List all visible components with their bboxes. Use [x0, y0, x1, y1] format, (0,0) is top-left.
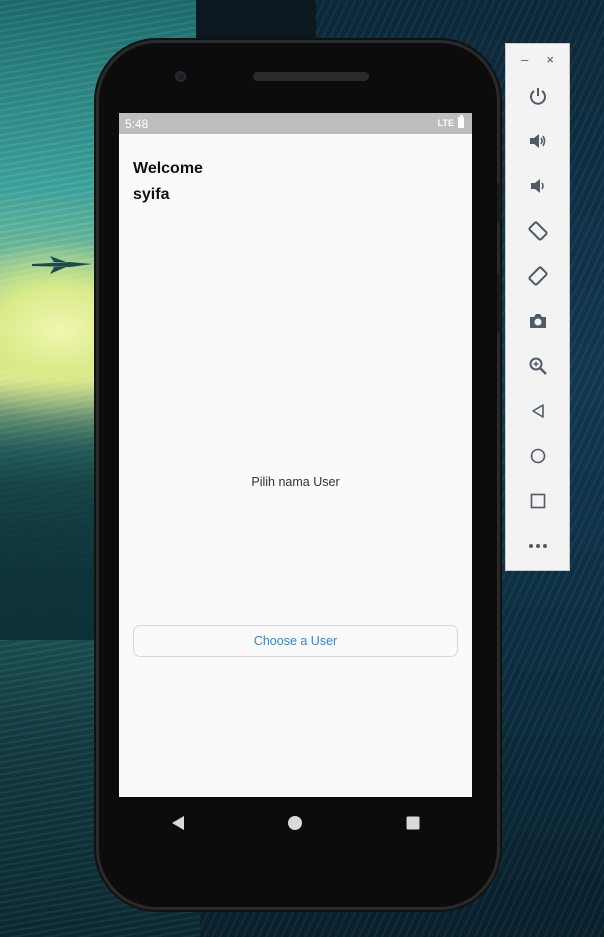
volume-down-icon [531, 179, 544, 193]
toolbar-back-button[interactable] [523, 396, 553, 426]
rotate-left-button[interactable] [523, 216, 553, 246]
power-button[interactable] [523, 81, 553, 111]
welcome-title: Welcome [133, 160, 203, 177]
volume-up-button[interactable] [523, 126, 553, 156]
toolbar-window-controls: – × [506, 52, 569, 67]
back-icon [532, 404, 544, 418]
rotate-left-icon [528, 221, 548, 241]
nav-back-button[interactable] [158, 803, 198, 843]
welcome-username: syifa [133, 186, 170, 203]
network-label: LTE [437, 117, 454, 128]
more-options-button[interactable] [523, 531, 553, 561]
emulator-toolbar: – × [505, 43, 570, 571]
more-icon [529, 544, 547, 548]
front-camera [175, 71, 186, 82]
phone-screen: 5:48 LTE Welcome syifa Pilih nama User C… [119, 113, 472, 797]
toolbar-home-button[interactable] [523, 441, 553, 471]
minimize-button[interactable]: – [521, 52, 528, 67]
power-icon [530, 88, 546, 105]
android-nav-bar [119, 797, 472, 849]
home-icon [530, 448, 546, 464]
close-button[interactable]: × [546, 52, 554, 67]
overview-icon [530, 493, 546, 509]
home-circle-icon [288, 816, 303, 830]
rotate-right-icon [528, 266, 548, 286]
phone-device-frame: 5:48 LTE Welcome syifa Pilih nama User C… [99, 43, 501, 907]
camera-icon [530, 314, 546, 328]
power-hardware-button[interactable] [497, 273, 501, 333]
rotate-right-button[interactable] [523, 261, 553, 291]
nav-recents-button[interactable] [393, 803, 433, 843]
zoom-button[interactable] [523, 351, 553, 381]
spaceship-illustration [32, 256, 92, 274]
status-bar: 5:48 LTE [119, 113, 472, 134]
status-time: 5:48 [125, 117, 149, 131]
back-triangle-icon [171, 816, 184, 830]
volume-up-icon [530, 134, 546, 148]
recents-square-icon [406, 816, 420, 830]
choose-user-button[interactable]: Choose a User [133, 625, 458, 657]
zoom-icon [529, 357, 547, 375]
nav-home-button[interactable] [275, 803, 315, 843]
wallpaper-dark-strip [196, 0, 316, 42]
battery-icon [458, 115, 464, 128]
volume-hardware-button[interactable] [497, 183, 501, 223]
select-user-prompt: Pilih nama User [251, 475, 340, 489]
status-indicators: LTE [437, 115, 464, 128]
earpiece-speaker [253, 72, 369, 81]
volume-down-button[interactable] [523, 171, 553, 201]
welcome-heading: Welcome syifa [133, 156, 203, 208]
toolbar-overview-button[interactable] [523, 486, 553, 516]
screenshot-button[interactable] [523, 306, 553, 336]
